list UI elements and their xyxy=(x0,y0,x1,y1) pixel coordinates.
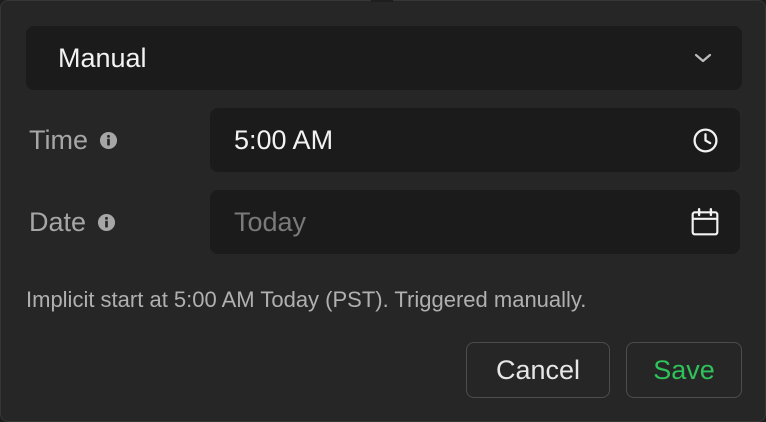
date-label: Date xyxy=(29,206,87,237)
cancel-button[interactable]: Cancel xyxy=(466,342,610,398)
time-value: 5:00 AM xyxy=(234,124,334,155)
time-label-group: Time xyxy=(29,108,118,172)
trigger-mode-select[interactable]: Manual xyxy=(26,26,742,90)
schedule-summary-text: Implicit start at 5:00 AM Today (PST). T… xyxy=(26,287,587,312)
clock-icon[interactable] xyxy=(690,125,720,155)
trigger-mode-value: Manual xyxy=(58,42,147,73)
schedule-dialog: Manual Time 5:00 AM Date Today Implicit … xyxy=(0,0,766,422)
time-input[interactable]: 5:00 AM xyxy=(210,108,740,172)
chevron-down-icon xyxy=(692,47,714,69)
info-icon[interactable] xyxy=(98,130,118,150)
date-placeholder: Today xyxy=(234,206,307,237)
dialog-pointer-notch xyxy=(371,0,393,2)
save-button[interactable]: Save xyxy=(626,342,742,398)
info-icon[interactable] xyxy=(96,212,116,232)
date-label-group: Date xyxy=(29,190,116,254)
time-label: Time xyxy=(29,124,88,155)
date-input[interactable]: Today xyxy=(210,190,740,254)
calendar-icon[interactable] xyxy=(690,207,720,237)
